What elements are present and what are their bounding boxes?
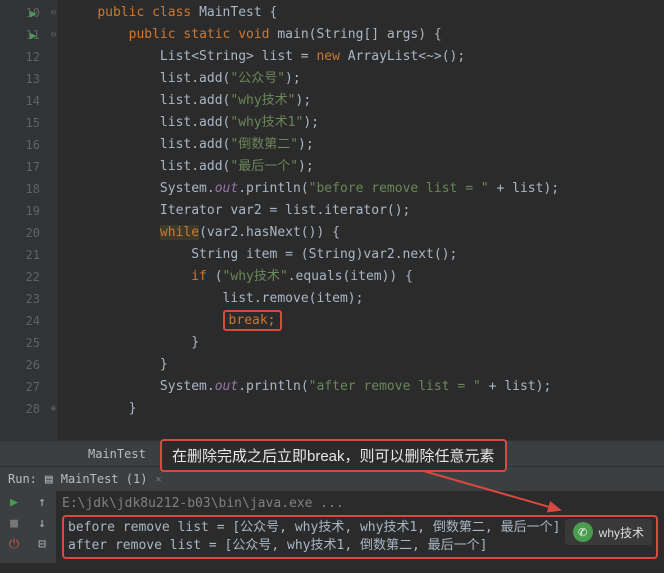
gutter-line[interactable]: 27 xyxy=(0,376,58,398)
gutter-line[interactable]: 28⊕ xyxy=(0,398,58,420)
run-config-name[interactable]: MainTest (1) xyxy=(61,472,148,486)
down-icon[interactable]: ↓ xyxy=(38,516,46,531)
wechat-icon: ✆ xyxy=(573,522,593,542)
code-line: while(var2.hasNext()) { xyxy=(66,222,664,244)
code-line: list.add("why技术1"); xyxy=(66,112,664,134)
gutter-line[interactable]: 19 xyxy=(0,200,58,222)
up-icon[interactable]: ↑ xyxy=(38,495,46,510)
run-icon[interactable]: ▶ xyxy=(10,495,18,510)
code-line: list.add("why技术"); xyxy=(66,90,664,112)
gutter-line[interactable]: 15 xyxy=(0,112,58,134)
watermark: ✆ why技术 xyxy=(565,519,652,545)
code-line: List<String> list = new ArrayList<~>(); xyxy=(66,46,664,68)
code-editor: 10▶⊖11▶⊖12131415161718192021222324252627… xyxy=(0,0,664,440)
gutter-line[interactable]: 23 xyxy=(0,288,58,310)
run-label: Run: xyxy=(8,472,37,486)
code-line: System.out.println("before remove list =… xyxy=(66,178,664,200)
gutter-line[interactable]: 20 xyxy=(0,222,58,244)
code-line: if ("why技术".equals(item)) { xyxy=(66,266,664,288)
gutter-line[interactable]: 12 xyxy=(0,46,58,68)
gutter-run-icon[interactable]: ▶ xyxy=(30,7,37,20)
code-line: } xyxy=(66,354,664,376)
fold-icon[interactable]: ⊖ xyxy=(51,8,56,18)
code-line: break; xyxy=(66,310,664,332)
exit-icon[interactable]: ⏻ xyxy=(9,537,19,552)
tab-maintest[interactable]: MainTest xyxy=(78,443,156,465)
run-toolbar-left: ▶ ■ ⏻ xyxy=(0,491,28,563)
code-area[interactable]: public class MainTest { public static vo… xyxy=(58,0,664,440)
gutter-line[interactable]: 16 xyxy=(0,134,58,156)
stop-icon[interactable]: ■ xyxy=(10,516,18,531)
editor-tabs: MainTest 在删除完成之后立即break，则可以删除任意元素 xyxy=(0,440,664,466)
layout-icon[interactable]: ⊟ xyxy=(38,537,46,552)
gutter-line[interactable]: 10▶⊖ xyxy=(0,2,58,24)
code-line: list.remove(item); xyxy=(66,288,664,310)
run-config-icon[interactable]: ▤ xyxy=(45,472,53,487)
gutter-line[interactable]: 25 xyxy=(0,332,58,354)
code-line: list.add("最后一个"); xyxy=(66,156,664,178)
code-line: } xyxy=(66,332,664,354)
gutter-line[interactable]: 26 xyxy=(0,354,58,376)
code-line: System.out.println("after remove list = … xyxy=(66,376,664,398)
code-line: } xyxy=(66,398,664,420)
gutter-line[interactable]: 13 xyxy=(0,68,58,90)
console-command: E:\jdk\jdk8u212-b03\bin\java.exe ... xyxy=(62,495,658,513)
fold-icon[interactable]: ⊖ xyxy=(51,30,56,40)
code-line: public static void main(String[] args) { xyxy=(66,24,664,46)
break-highlight: break; xyxy=(223,310,282,331)
gutter-line[interactable]: 21 xyxy=(0,244,58,266)
gutter-line[interactable]: 11▶⊖ xyxy=(0,24,58,46)
run-panel: Run: ▤ MainTest (1) ✕ ▶ ■ ⏻ ↑ ↓ ⊟ E:\jdk… xyxy=(0,466,664,563)
code-line: public class MainTest { xyxy=(66,2,664,24)
gutter-line[interactable]: 22 xyxy=(0,266,58,288)
gutter-line[interactable]: 14 xyxy=(0,90,58,112)
code-line: list.add("公众号"); xyxy=(66,68,664,90)
code-line: Iterator var2 = list.iterator(); xyxy=(66,200,664,222)
annotation-callout: 在删除完成之后立即break，则可以删除任意元素 xyxy=(160,439,507,472)
gutter-line[interactable]: 24 xyxy=(0,310,58,332)
close-icon[interactable]: ✕ xyxy=(155,474,161,485)
gutter-run-icon[interactable]: ▶ xyxy=(30,29,37,42)
watermark-text: why技术 xyxy=(599,524,644,541)
code-line: list.add("倒数第二"); xyxy=(66,134,664,156)
code-line: String item = (String)var2.next(); xyxy=(66,244,664,266)
gutter-line[interactable]: 17 xyxy=(0,156,58,178)
run-toolbar-left2: ↑ ↓ ⊟ xyxy=(28,491,56,563)
gutter-line[interactable]: 18 xyxy=(0,178,58,200)
gutter: 10▶⊖11▶⊖12131415161718192021222324252627… xyxy=(0,0,58,440)
fold-icon[interactable]: ⊕ xyxy=(51,404,56,414)
